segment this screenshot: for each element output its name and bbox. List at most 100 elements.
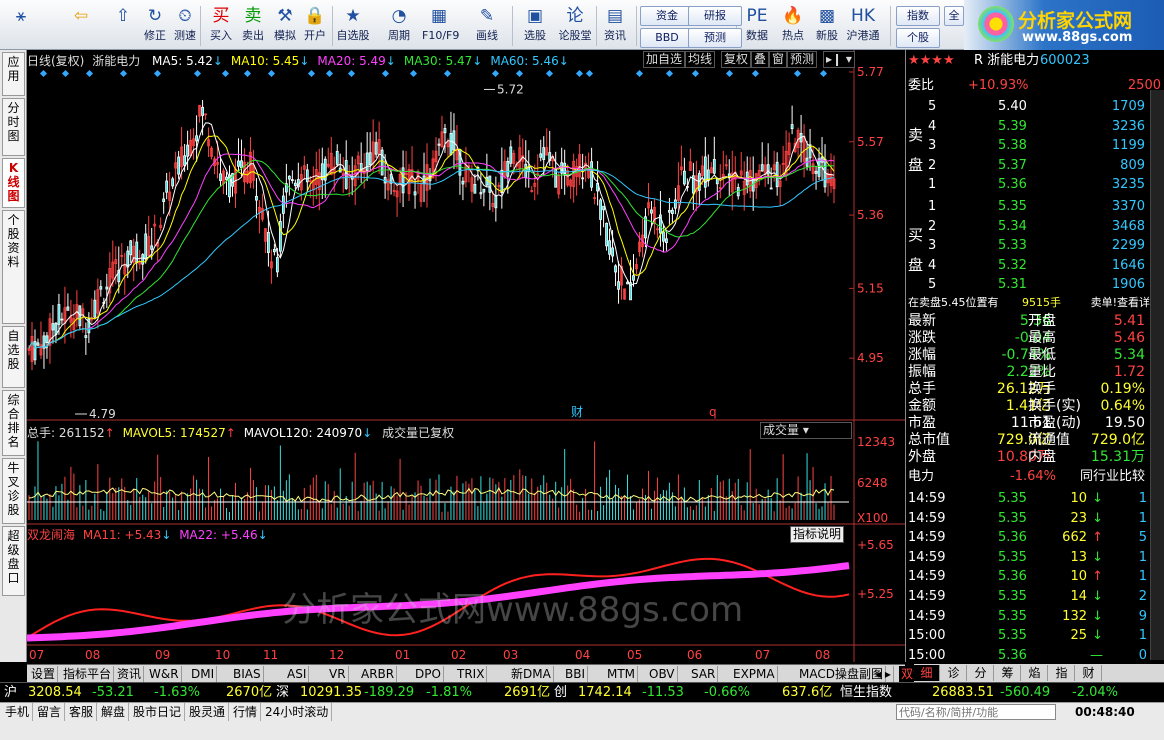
stat-label: 总手 (908, 381, 936, 397)
sell-level: 4 (928, 118, 937, 134)
toolbar-button-5[interactable]: 买买入 (204, 4, 238, 48)
sidebar-tab-7[interactable]: 超级盘口 (2, 526, 25, 596)
status-item-3[interactable]: 解盘 (98, 703, 130, 721)
right-tab-6[interactable]: 财 (1076, 665, 1102, 681)
buy-row-3: 3 5.33 2299 (906, 237, 1164, 254)
toolbar-button-17[interactable]: 🔥 热点 (776, 4, 810, 48)
toolbar-small-3[interactable]: 预测 (688, 28, 742, 48)
kline-svg[interactable]: 5.77 5.57 5.36 5.15 4.95 5.72 4.79 财 q 12343 6248 X… (27, 50, 905, 664)
indicator-tab-13[interactable]: MTM (605, 666, 639, 682)
right-tab-1[interactable]: 诊 (941, 665, 967, 681)
indicator-tab-3[interactable]: W&R (147, 666, 182, 682)
toolbar-button-3[interactable]: ↻ 修正 (138, 4, 172, 48)
toolbar-button-2[interactable]: ⇧ (106, 4, 140, 48)
search-input[interactable] (896, 704, 1056, 720)
indicator-tab-9[interactable]: DPO (413, 666, 444, 682)
toolbar-button-19[interactable]: HK 沪港通 (846, 4, 880, 48)
toolbar-small-2[interactable]: BBD (640, 28, 694, 48)
kline-chart-area[interactable]: 5.77 5.57 5.36 5.15 4.95 5.72 4.79 财 q 12343 6248 X… (27, 50, 905, 664)
sidebar-tab-6[interactable]: 牛叉诊股 (2, 458, 25, 524)
sidebar-tab-5[interactable]: 综合排名 (2, 390, 25, 456)
indicator-tab-15[interactable]: SAR (689, 666, 719, 682)
toolbar-button-12[interactable]: ✎ 画线 (470, 4, 504, 48)
right-tab-5[interactable]: 指 (1049, 665, 1075, 681)
toolbar-small-5[interactable]: 个股 (896, 28, 940, 48)
indicator-tab-16[interactable]: EXPMA (731, 666, 778, 682)
indicator-tab-12[interactable]: BBI (563, 666, 589, 682)
chart-button-4[interactable]: 窗 (769, 51, 788, 68)
status-item-2[interactable]: 客服 (66, 703, 98, 721)
sidebar-tab-4[interactable]: 自选股 (2, 326, 25, 388)
volume-select[interactable]: 成交量 ▾ (760, 422, 852, 439)
sector-compare-button[interactable]: 同行业比较 (1080, 468, 1145, 485)
indicator-tab-1[interactable]: 指标平台 (61, 666, 115, 682)
chart-button-5[interactable]: 预测 (787, 51, 818, 68)
buy-volume: 2299 (1111, 238, 1145, 254)
toolbar-button-14[interactable]: 论论股堂 (558, 4, 592, 48)
toolbar-button-15[interactable]: ▤ 资讯 (598, 4, 632, 48)
indicator-tab-4[interactable]: DMI (189, 666, 218, 682)
status-item-0[interactable]: 手机 (2, 703, 34, 721)
indicator-tab-6[interactable]: ASI (285, 666, 310, 682)
sidebar-tab-2[interactable]: K线图 (2, 158, 25, 208)
toolbar-button-9[interactable]: ★ 自选股 (336, 4, 370, 48)
toolbar-button-18[interactable]: ▩ 新股 (810, 4, 844, 48)
chart-button-3[interactable]: 叠 (751, 51, 770, 68)
chart-button-2[interactable]: 复权 (721, 51, 752, 68)
tick-row-5: 14:59 5.35 14 ↓ 2 (906, 588, 1164, 605)
indicator-tab-14[interactable]: OBV (647, 666, 678, 682)
toolbar-button-7[interactable]: ⚒ 模拟 (268, 4, 302, 48)
status-item-1[interactable]: 留言 (34, 703, 66, 721)
toolbar-small-4[interactable]: 指数 (896, 6, 940, 26)
status-item-7[interactable]: 24小时滚动 (262, 703, 333, 721)
sell-volume: 809 (1120, 157, 1145, 173)
right-tab-3[interactable]: 筹 (995, 665, 1021, 681)
right-tab-2[interactable]: 分 (968, 665, 994, 681)
toolbar-button-1[interactable]: ⇦ (64, 4, 98, 48)
quote-scrollbar[interactable] (1150, 90, 1164, 660)
chart-nav-button[interactable]: ▸❙ ▾ (823, 51, 855, 68)
chart-button-1[interactable]: 均线 (685, 51, 716, 68)
toolbar-small-6[interactable]: 全 (944, 6, 964, 26)
toolbar-button-0[interactable]: ⚹ (4, 4, 38, 48)
status-item-6[interactable]: 行情 (230, 703, 262, 721)
event-diamond (61, 69, 70, 78)
sidebar-tab-3[interactable]: 个股资料 (2, 210, 25, 324)
ma-legend-ma60: MA60: 5.46↓ (490, 54, 569, 68)
indicator-tab-5[interactable]: BIAS (231, 666, 264, 682)
quote-stars: ★★★★ (908, 53, 955, 68)
toolbar-small-1[interactable]: 研报 (688, 6, 742, 26)
status-item-4[interactable]: 股市日记 (130, 703, 186, 721)
index-name-2: 创 (554, 685, 568, 700)
index-amount-2: 637.6亿 (782, 685, 833, 700)
sidebar-tab-0[interactable]: 应用 (2, 52, 25, 96)
candle-body (66, 306, 70, 311)
toolbar-small-0[interactable]: 资金 (640, 6, 694, 26)
buy-price: 5.34 (998, 218, 1027, 234)
toolbar-button-16[interactable]: PE 数据 (740, 4, 774, 48)
indicator-tab-11[interactable]: 新DMA (509, 666, 554, 682)
volume-title-row: 总手: 261152↑ MAVOL5: 174527↑ MAVOL120: 24… (27, 426, 455, 440)
candle-body (51, 323, 55, 331)
indicator-help-button[interactable]: 指标说明 (790, 526, 845, 543)
ind-ma22: MA22: +5.46 (179, 528, 258, 542)
toolbar-button-10[interactable]: ◔ 周期 (382, 4, 416, 48)
status-item-5[interactable]: 股灵通 (186, 703, 230, 721)
candle-body (33, 341, 37, 361)
tab-scroll-arrows[interactable]: ◂ ▸ (873, 666, 894, 682)
right-tab-4[interactable]: 焰 (1022, 665, 1048, 681)
toolbar-button-11[interactable]: ▦ F10/F9 (422, 4, 459, 48)
indicator-tab-10[interactable]: TRIX (455, 666, 488, 682)
indicator-tab-8[interactable]: ARBR (359, 666, 398, 682)
indicator-tab-0[interactable]: 设置 (29, 666, 59, 682)
tick-count: 5 (1138, 530, 1147, 546)
chart-button-0[interactable]: 加自选 (643, 51, 686, 68)
toolbar-button-6[interactable]: 卖卖出 (236, 4, 270, 48)
indicator-tab-7[interactable]: VR (327, 666, 349, 682)
indicator-tab-2[interactable]: 资讯 (115, 666, 145, 682)
right-tab-0[interactable]: 细 (914, 665, 940, 681)
toolbar-button-8[interactable]: 🔒 开户 (298, 4, 332, 48)
toolbar-button-13[interactable]: ▣ 选股 (518, 4, 552, 48)
toolbar-button-4[interactable]: ⏲ 测速 (168, 4, 202, 48)
sidebar-tab-1[interactable]: 分时图 (2, 98, 25, 156)
